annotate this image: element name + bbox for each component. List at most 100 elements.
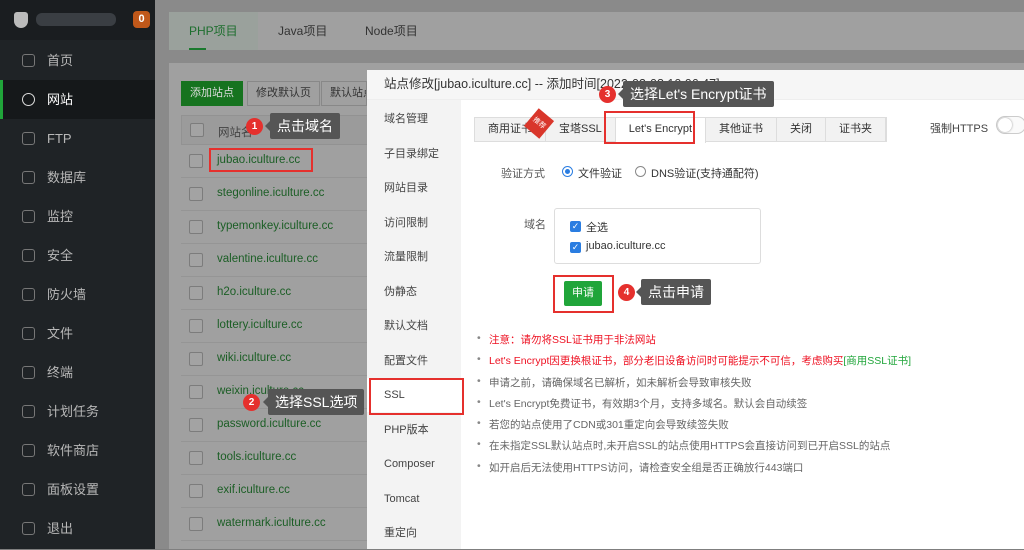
sidebar-item[interactable]: 面板设置 bbox=[0, 470, 155, 509]
modify-default-page-button[interactable]: 修改默认页 bbox=[247, 81, 320, 106]
sidebar-item[interactable]: 防火墙 bbox=[0, 275, 155, 314]
step-1-tip: 点击域名 bbox=[265, 113, 340, 139]
ssl-tab[interactable]: 商用证书 推荐 bbox=[475, 108, 555, 141]
tab-java[interactable]: Java项目 bbox=[278, 12, 327, 50]
note: 如开启后无法使用HTTPS访问，请检查安全组是否正确放行443端口 bbox=[477, 460, 911, 481]
sidebar-item-label: 防火墙 bbox=[47, 287, 87, 302]
sidebar-item[interactable]: FTP bbox=[0, 119, 155, 158]
row-checkbox[interactable] bbox=[189, 451, 203, 465]
site-link[interactable]: h2o.iculture.cc bbox=[217, 286, 291, 298]
nav-icon bbox=[22, 249, 35, 262]
modal-menu-item[interactable]: 默认文档 bbox=[367, 309, 461, 343]
note-text: Let's Encrypt因更换根证书，部分老旧设备访问时可能提示不可信，考虑购… bbox=[489, 355, 844, 368]
sidebar-item-label: 网站 bbox=[47, 92, 74, 107]
note: Let's Encrypt因更换根证书，部分老旧设备访问时可能提示不可信，考虑购… bbox=[477, 353, 911, 374]
highlight-domain bbox=[209, 148, 313, 172]
row-checkbox[interactable] bbox=[189, 319, 203, 333]
note: 注意：请勿将SSL证书用于非法网站 bbox=[477, 332, 911, 353]
row-checkbox[interactable] bbox=[189, 253, 203, 267]
note: 申请之前，请确保域名已解析，如未解析会导致审核失败 bbox=[477, 375, 911, 396]
sidebar-item[interactable]: 计划任务 bbox=[0, 392, 155, 431]
sidebar-item[interactable]: 网站 bbox=[0, 80, 155, 119]
note: 若您的站点使用了CDN或301重定向会导致续签失败 bbox=[477, 417, 911, 438]
ssl-tab[interactable]: 其他证书 bbox=[706, 118, 778, 141]
server-name-blurred bbox=[36, 13, 116, 26]
default-site-button[interactable]: 默认站点 bbox=[321, 81, 367, 106]
row-checkbox[interactable] bbox=[189, 484, 203, 498]
sidebar-item[interactable]: 安全 bbox=[0, 236, 155, 275]
site-link[interactable]: password.iculture.cc bbox=[217, 418, 321, 430]
force-https-label: 强制HTTPS bbox=[930, 123, 989, 135]
modal-menu-item[interactable]: Tomcat bbox=[367, 482, 461, 516]
nav-icon bbox=[22, 210, 35, 223]
modal-menu-item[interactable]: 网站目录 bbox=[367, 171, 461, 205]
modal-menu-item[interactable]: Composer bbox=[367, 447, 461, 481]
row-checkbox[interactable] bbox=[189, 286, 203, 300]
sidebar-item[interactable]: 软件商店 bbox=[0, 431, 155, 470]
sidebar: 0 首页网站 FTP 数据库监控安全防火墙文件终端计划任务 软件商店面板设置退出 bbox=[0, 0, 155, 549]
nav-icon bbox=[22, 132, 35, 145]
modal-menu-item[interactable]: 域名管理 bbox=[367, 102, 461, 136]
modal-menu-item[interactable]: 访问限制 bbox=[367, 206, 461, 240]
domain-checkbox[interactable]: ✓ bbox=[570, 242, 581, 253]
row-checkbox[interactable] bbox=[189, 220, 203, 234]
modal-menu-item[interactable]: 重定向 bbox=[367, 516, 461, 550]
dns-verify-radio[interactable] bbox=[635, 166, 646, 177]
sidebar-item[interactable]: 退出 bbox=[0, 509, 155, 548]
commercial-ssl-link[interactable]: [商用SSL证书] bbox=[843, 355, 911, 367]
ssl-tab[interactable]: 关闭 bbox=[777, 118, 827, 141]
ssl-tab[interactable]: 证书夹 bbox=[826, 118, 887, 141]
nav-icon bbox=[22, 522, 35, 535]
file-verify-label: 文件验证 bbox=[578, 168, 622, 180]
sidebar-item[interactable]: 首页 bbox=[0, 41, 155, 80]
row-checkbox[interactable] bbox=[189, 385, 203, 399]
domain-label-item: jubao.iculture.cc bbox=[586, 240, 666, 252]
select-all-checkbox[interactable] bbox=[190, 123, 204, 137]
force-https-toggle[interactable] bbox=[996, 116, 1024, 134]
site-link[interactable]: typemonkey.iculture.cc bbox=[217, 220, 333, 232]
highlight-letsencrypt bbox=[604, 111, 695, 144]
sidebar-item-label: 退出 bbox=[47, 521, 74, 536]
sidebar-item-label: 监控 bbox=[47, 209, 74, 224]
sidebar-item[interactable]: 文件 bbox=[0, 314, 155, 353]
tab-node[interactable]: Node项目 bbox=[365, 12, 418, 50]
site-link[interactable]: exif.iculture.cc bbox=[217, 484, 290, 496]
site-link[interactable]: valentine.iculture.cc bbox=[217, 253, 318, 265]
ssl-tab-label: 关闭 bbox=[790, 123, 813, 135]
modal-menu-item[interactable]: 子目录绑定 bbox=[367, 137, 461, 171]
sidebar-item[interactable]: 监控 bbox=[0, 197, 155, 236]
site-link[interactable]: wiki.iculture.cc bbox=[217, 352, 291, 364]
modal-menu-item[interactable]: 配置文件 bbox=[367, 344, 461, 378]
sidebar-item[interactable]: 数据库 bbox=[0, 158, 155, 197]
sidebar-item[interactable]: 终端 bbox=[0, 353, 155, 392]
tab-php[interactable]: PHP项目 bbox=[169, 12, 258, 50]
sidebar-item-label: FTP bbox=[47, 131, 72, 146]
site-link[interactable]: lottery.iculture.cc bbox=[217, 319, 302, 331]
sidebar-item-label: 终端 bbox=[47, 365, 74, 380]
ssl-tab-label: 证书夹 bbox=[839, 123, 873, 135]
domain-list: ✓ 全选 ✓ jubao.iculture.cc bbox=[554, 208, 761, 264]
site-link[interactable]: tools.iculture.cc bbox=[217, 451, 296, 463]
step-4-badge: 4 bbox=[618, 284, 635, 301]
notification-badge[interactable]: 0 bbox=[133, 11, 150, 28]
site-link[interactable]: watermark.iculture.cc bbox=[217, 517, 326, 529]
modal-menu-item[interactable]: PHP版本 bbox=[367, 413, 461, 447]
select-all-domains-checkbox[interactable]: ✓ bbox=[570, 221, 581, 232]
row-checkbox[interactable] bbox=[189, 418, 203, 432]
dns-verify-label: DNS验证(支持通配符) bbox=[651, 168, 759, 180]
ssl-tab-label: 宝塔SSL bbox=[559, 123, 602, 135]
project-tabs: PHP项目 Java项目 Node项目 bbox=[169, 12, 1024, 50]
row-checkbox[interactable] bbox=[189, 187, 203, 201]
file-verify-radio[interactable] bbox=[562, 166, 573, 177]
modal-menu-item[interactable]: 流量限制 bbox=[367, 240, 461, 274]
row-checkbox[interactable] bbox=[189, 352, 203, 366]
notes-list: 注意：请勿将SSL证书用于非法网站 Let's Encrypt因更换根证书，部分… bbox=[477, 332, 911, 481]
row-checkbox[interactable] bbox=[189, 517, 203, 531]
add-site-button[interactable]: 添加站点 bbox=[181, 81, 243, 106]
site-link[interactable]: stegonline.iculture.cc bbox=[217, 187, 324, 199]
select-all-label: 全选 bbox=[586, 222, 608, 234]
row-checkbox[interactable] bbox=[189, 154, 203, 168]
verify-label: 验证方式 bbox=[501, 168, 545, 180]
sidebar-item-label: 面板设置 bbox=[47, 482, 100, 497]
modal-menu-item[interactable]: 伪静态 bbox=[367, 275, 461, 309]
